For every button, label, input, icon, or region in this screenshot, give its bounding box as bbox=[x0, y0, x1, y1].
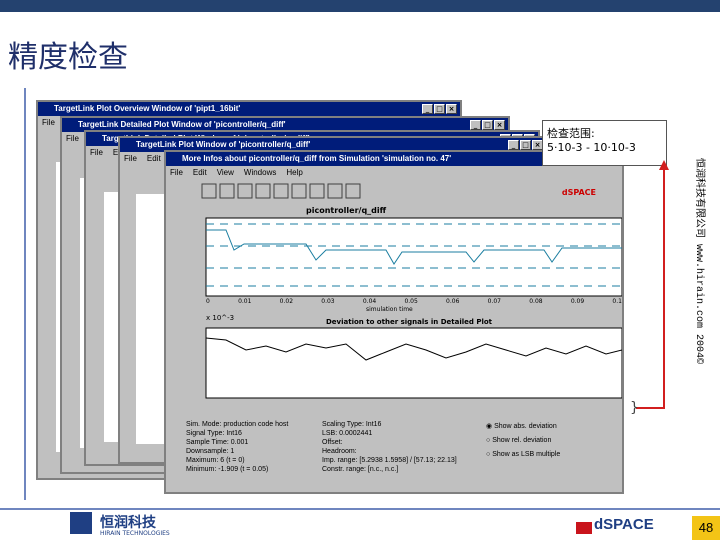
dspace-logo-icon bbox=[576, 522, 592, 534]
dspace-logo: dSPACE bbox=[576, 514, 662, 540]
hirain-logo: 恒润科技 HIRAIN TECHNOLOGIES bbox=[66, 512, 186, 540]
svg-text:}: } bbox=[630, 400, 639, 416]
svg-text:恒润科技有限公司 www.hirain.com 2004©: 恒润科技有限公司 www.hirain.com 2004© bbox=[693, 158, 707, 364]
hirain-logo-icon bbox=[70, 512, 92, 534]
callout-arrow: } bbox=[630, 160, 669, 416]
dspace-logo-text: dSPACE bbox=[594, 516, 654, 533]
page-number: 48 bbox=[692, 516, 720, 540]
hirain-logo-subtext: HIRAIN TECHNOLOGIES bbox=[100, 530, 170, 537]
hirain-logo-text: 恒润科技 bbox=[100, 515, 156, 531]
side-company-text: 恒润科技有限公司 www.hirain.com 2004© bbox=[693, 158, 707, 364]
